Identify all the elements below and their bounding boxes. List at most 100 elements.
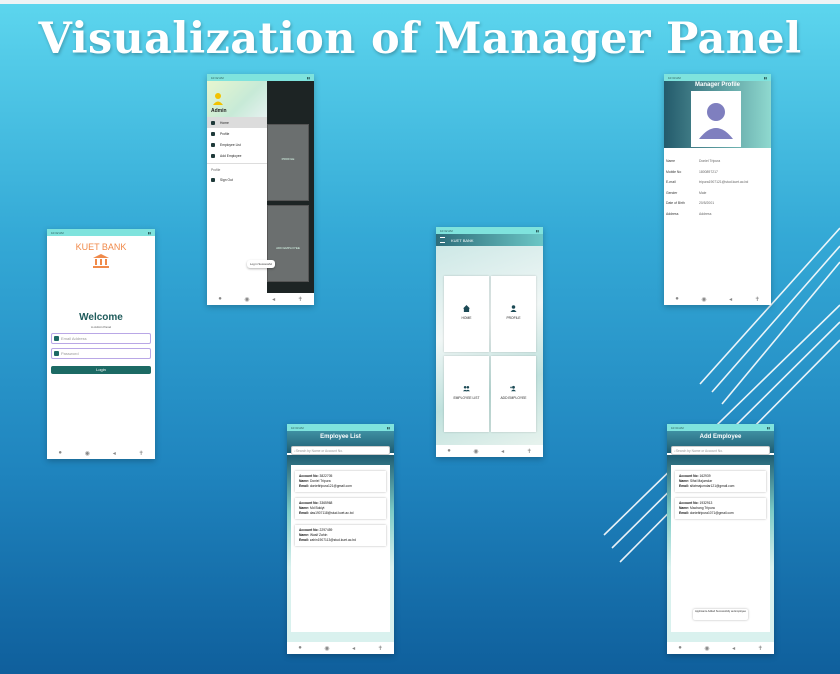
nav-circle-icon[interactable]: ◉ — [701, 296, 706, 303]
email-field[interactable]: Email Address — [51, 333, 151, 344]
tile-home[interactable]: HOME — [444, 276, 489, 352]
nav-back-icon[interactable]: ◂ — [501, 448, 504, 455]
menu-icon[interactable] — [440, 237, 445, 243]
email-placeholder: Email Address — [61, 336, 87, 341]
nav-home-icon[interactable]: ● — [675, 296, 679, 302]
android-nav-bar: ● ◉ ◂ ✝ — [664, 293, 771, 305]
status-bar: 10:34 AM ▮▮ — [667, 424, 774, 431]
search-placeholder: Search by Name or Account No. — [295, 448, 343, 453]
drawer-item-label: Sign Out — [220, 177, 233, 182]
app-bar: KUET BANK — [436, 234, 543, 246]
profile-row-dob: Date of Birth 20/5/2001 — [666, 201, 715, 206]
slide-title: Visualization of Manager Panel — [38, 14, 802, 64]
tile-profile[interactable]: PROFILE — [491, 276, 536, 352]
list-item[interactable]: Account No: 3365968 Name: Md Bokiyt Emai… — [295, 498, 386, 519]
status-time: 10:33 AM — [668, 75, 681, 80]
status-bar: 10:32 AM ▮▮ — [47, 229, 155, 236]
nav-circle-icon[interactable]: ◉ — [85, 450, 90, 457]
nav-home-icon[interactable]: ● — [298, 645, 302, 651]
nav-back-icon[interactable]: ◂ — [113, 450, 116, 457]
search-input[interactable]: ⌕ Search by Name or Account No. — [291, 446, 390, 455]
logout-icon — [211, 177, 215, 182]
nav-circle-icon[interactable]: ◉ — [324, 645, 329, 652]
tile-label: ADD EMPLOYEE — [500, 396, 527, 400]
profile-row-email: E-mail tripura1907121@stud.kuet.ac.bd — [666, 180, 749, 185]
brand-name: KUET BANK — [75, 242, 127, 252]
status-time: 10:33 AM — [291, 425, 304, 430]
android-nav-bar: ● ◉ ◂ ✝ — [287, 642, 394, 654]
nav-accessibility-icon[interactable]: ✝ — [758, 645, 763, 652]
list-background: Account No: 3822705 Name: Doniel Tripura… — [287, 455, 394, 642]
nav-circle-icon[interactable]: ◉ — [473, 448, 478, 455]
profile-row-gender: Gender Male — [666, 190, 707, 195]
android-nav-bar: ● ◉ ◂ ✝ — [207, 293, 314, 305]
applicant-list: Account No: 162939 Name: Sifat Majumdar … — [671, 465, 770, 632]
list-item[interactable]: Account No: 162939 Name: Sifat Majumdar … — [675, 471, 766, 492]
profile-row-mobile: Mobile No 1800897217 — [666, 169, 718, 174]
drawer-screen: 10:32 AM ▮▮ PROFILE ADD EMPLOYEE Admin Ho… — [207, 74, 314, 305]
list-item[interactable]: Account No: 3822705 Name: Doniel Tripura… — [295, 471, 386, 492]
nav-accessibility-icon[interactable]: ✝ — [527, 448, 532, 455]
home-icon — [463, 305, 470, 312]
nav-accessibility-icon[interactable]: ✝ — [755, 296, 760, 303]
android-nav-bar: ● ◉ ◂ ✝ — [436, 445, 543, 457]
lock-icon — [54, 351, 59, 356]
person-icon — [211, 131, 215, 136]
mail-icon — [54, 336, 59, 341]
tile-label: HOME — [461, 316, 472, 320]
status-time: 10:32 AM — [211, 75, 224, 80]
status-bar: 10:33 AM ▮▮ — [664, 74, 771, 81]
drawer-item-home[interactable]: Home — [207, 117, 267, 128]
dashboard-screen: 10:32 AM ▮▮ KUET BANK HOME PROFILE EMPLOY… — [436, 227, 543, 457]
nav-home-icon[interactable]: ● — [58, 450, 62, 456]
nav-circle-icon[interactable]: ◉ — [244, 296, 249, 303]
nav-back-icon[interactable]: ◂ — [352, 645, 355, 652]
employee-list: Account No: 3822705 Name: Doniel Tripura… — [291, 465, 390, 632]
admin-avatar-icon — [213, 93, 223, 105]
nav-back-icon[interactable]: ◂ — [729, 296, 732, 303]
nav-home-icon[interactable]: ● — [447, 448, 451, 454]
nav-back-icon[interactable]: ◂ — [732, 645, 735, 652]
nav-accessibility-icon[interactable]: ✝ — [378, 645, 383, 652]
drawer-item-employee-list[interactable]: Employee List — [207, 139, 267, 150]
drawer-item-label: Home — [220, 120, 229, 125]
status-bar: 10:32 AM ▮▮ — [207, 74, 314, 81]
search-input[interactable]: ⌕ Search by Name or Account No. — [671, 446, 770, 455]
login-button[interactable]: Login — [51, 366, 151, 374]
drawer-item-sign-out[interactable]: Sign Out — [207, 174, 267, 185]
nav-accessibility-icon[interactable]: ✝ — [298, 296, 303, 303]
drawer-item-add-employee[interactable]: Add Employee — [207, 150, 267, 161]
tile-employee-list[interactable]: EMPLOYEE LIST — [444, 356, 489, 432]
drawer-item-label: Employee List — [220, 142, 241, 147]
list-item[interactable]: Account No: 2297459 Name: Wasif Zahin Em… — [295, 525, 386, 546]
page-title: Employee List — [320, 434, 361, 440]
nav-accessibility-icon[interactable]: ✝ — [139, 450, 144, 457]
tile-label: PROFILE — [506, 316, 521, 320]
drawer-item-label: Profile — [220, 131, 230, 136]
nav-home-icon[interactable]: ● — [218, 296, 222, 302]
drawer-header: Admin — [207, 81, 267, 117]
status-time: 10:34 AM — [671, 425, 684, 430]
tile-add-employee[interactable]: ADD EMPLOYEE — [491, 356, 536, 432]
list-item[interactable]: Account No: 1932913 Name: Machang Tripur… — [675, 498, 766, 519]
admin-label: Admin — [211, 108, 227, 114]
password-placeholder: Password — [61, 351, 79, 356]
snackbar-message: Applicants Added Successfully as Employe… — [693, 609, 748, 620]
welcome-heading: Welcome — [79, 312, 123, 323]
nav-back-icon[interactable]: ◂ — [272, 296, 275, 303]
status-time: 10:32 AM — [440, 228, 453, 233]
top-border — [0, 0, 840, 4]
password-field[interactable]: Password — [51, 348, 151, 359]
drawer-section-label: Profile — [207, 163, 267, 174]
drawer-item-label: Add Employee — [220, 153, 242, 158]
nav-circle-icon[interactable]: ◉ — [704, 645, 709, 652]
android-nav-bar: ● ◉ ◂ ✝ — [47, 447, 155, 459]
person-placeholder-icon — [699, 103, 733, 139]
home-icon — [211, 120, 215, 125]
drawer-item-profile[interactable]: Profile — [207, 128, 267, 139]
group-icon — [211, 142, 215, 147]
status-bar: 10:32 AM ▮▮ — [436, 227, 543, 234]
welcome-subtitle: to Admin Panel — [90, 325, 112, 329]
nav-home-icon[interactable]: ● — [678, 645, 682, 651]
add-employee-screen: 10:34 AM ▮▮ Add Employee ⌕ Search by Name… — [667, 424, 774, 654]
